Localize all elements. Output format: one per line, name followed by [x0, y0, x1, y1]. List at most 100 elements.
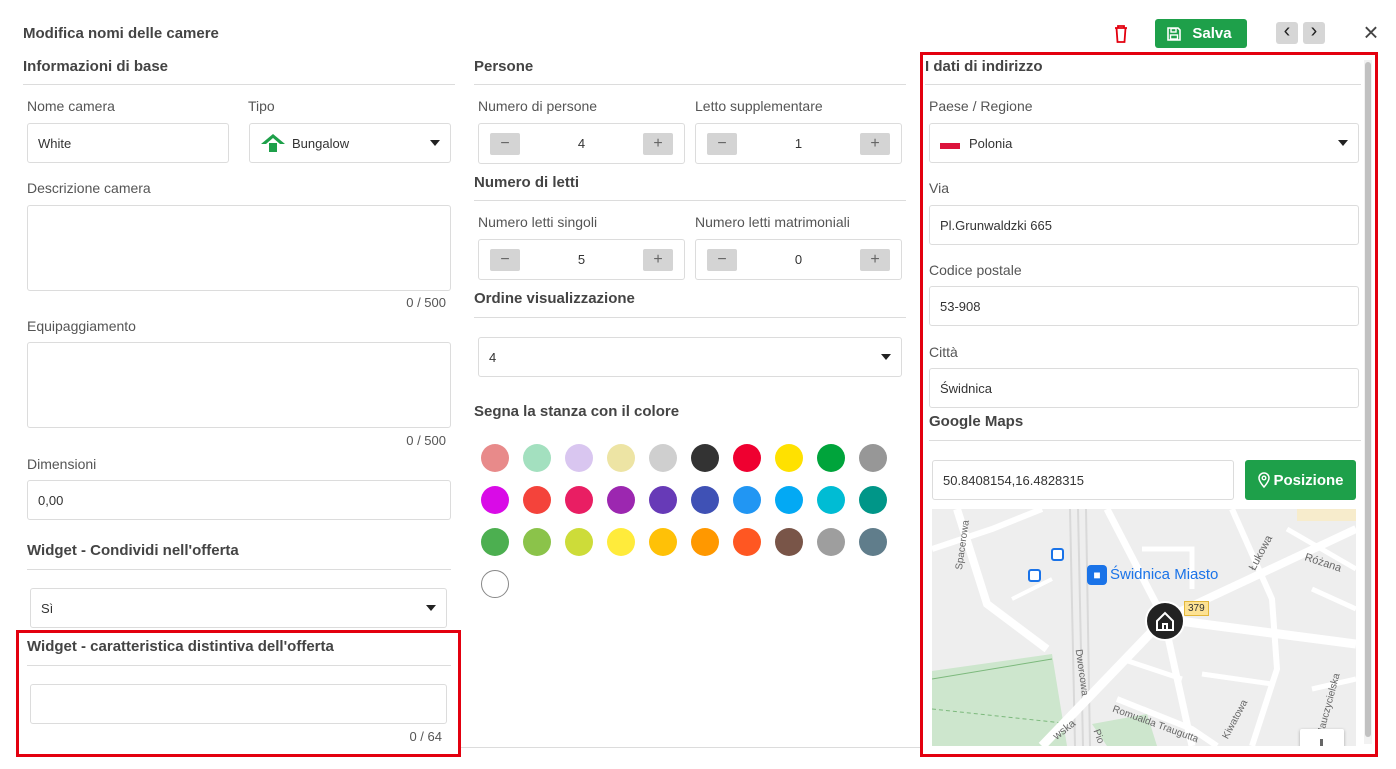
- color-swatch[interactable]: [481, 444, 509, 472]
- country-value: Polonia: [969, 135, 1013, 151]
- color-swatch[interactable]: [691, 444, 719, 472]
- trash-icon: [1115, 25, 1127, 43]
- color-swatch[interactable]: [775, 486, 803, 514]
- display-order-select[interactable]: 4: [478, 337, 902, 377]
- color-swatch[interactable]: [649, 528, 677, 556]
- color-swatch[interactable]: [733, 528, 761, 556]
- color-swatch[interactable]: [607, 444, 635, 472]
- scrollbar-thumb[interactable]: [1365, 62, 1371, 737]
- color-swatch[interactable]: [649, 444, 677, 472]
- section-title-address: I dati di indirizzo: [925, 58, 1043, 75]
- color-swatch[interactable]: [481, 528, 509, 556]
- country-label: Paese / Regione: [929, 98, 1033, 114]
- color-swatch[interactable]: [565, 444, 593, 472]
- position-button[interactable]: Posizione: [1245, 460, 1356, 500]
- chevron-left-icon: ‹: [1283, 20, 1291, 42]
- floppy-disk-icon: [1167, 26, 1182, 41]
- city-label: Città: [929, 344, 958, 360]
- scrollbar[interactable]: [1364, 60, 1372, 744]
- section-divider: [474, 84, 906, 85]
- double-beds-label: Numero letti matrimoniali: [695, 214, 850, 230]
- dimensions-value: 0,00: [38, 492, 64, 508]
- dimensions-input[interactable]: 0,00: [27, 480, 451, 520]
- color-swatch[interactable]: [481, 570, 509, 598]
- color-swatch[interactable]: [859, 528, 887, 556]
- type-select[interactable]: Bungalow: [249, 123, 451, 163]
- city-input[interactable]: Świdnica: [929, 368, 1359, 408]
- decrement-button[interactable]: −: [490, 249, 520, 271]
- section-title-widget-share: Widget - Condividi nell'offerta: [27, 542, 239, 559]
- coordinates-value: 50.8408154,16.4828315: [943, 472, 1084, 488]
- color-swatch[interactable]: [523, 486, 551, 514]
- color-swatch[interactable]: [859, 444, 887, 472]
- color-swatch[interactable]: [817, 486, 845, 514]
- display-order-value: 4: [489, 349, 497, 365]
- country-select[interactable]: Polonia: [929, 123, 1359, 163]
- increment-button[interactable]: +: [643, 133, 673, 155]
- color-swatch[interactable]: [649, 486, 677, 514]
- color-swatch[interactable]: [775, 444, 803, 472]
- save-button[interactable]: Salva: [1155, 19, 1247, 48]
- persons-count-stepper[interactable]: − 4 +: [478, 123, 685, 164]
- color-swatch[interactable]: [775, 528, 803, 556]
- decrement-button[interactable]: −: [490, 133, 520, 155]
- color-swatch[interactable]: [481, 486, 509, 514]
- bus-stop-icon: [1051, 548, 1064, 561]
- room-name-input[interactable]: White: [27, 123, 229, 163]
- description-textarea[interactable]: [27, 205, 451, 291]
- postal-code-input[interactable]: 53-908: [929, 286, 1359, 326]
- color-swatch[interactable]: [859, 486, 887, 514]
- color-swatch[interactable]: [691, 528, 719, 556]
- widget-feature-input[interactable]: [30, 684, 447, 724]
- equipment-textarea[interactable]: [27, 342, 451, 428]
- color-swatch[interactable]: [817, 444, 845, 472]
- road-number-badge: 379: [1184, 601, 1209, 616]
- color-swatch[interactable]: [607, 486, 635, 514]
- chevron-down-icon: [426, 605, 436, 611]
- decrement-button[interactable]: −: [707, 249, 737, 271]
- street-input[interactable]: Pl.Grunwaldzki 665: [929, 205, 1359, 245]
- previous-button[interactable]: ‹: [1276, 20, 1298, 44]
- description-counter: 0 / 500: [406, 295, 446, 310]
- chevron-down-icon: [881, 354, 891, 360]
- widget-share-select[interactable]: Sì: [30, 588, 447, 628]
- decrement-button[interactable]: −: [707, 133, 737, 155]
- color-swatch[interactable]: [733, 444, 761, 472]
- map-pin-icon: [1258, 472, 1271, 488]
- coordinates-input[interactable]: 50.8408154,16.4828315: [932, 460, 1234, 500]
- single-beds-value: 5: [577, 252, 586, 267]
- room-name-value: White: [38, 135, 72, 151]
- color-swatch[interactable]: [523, 528, 551, 556]
- increment-button[interactable]: +: [860, 133, 890, 155]
- street-view-control[interactable]: [1300, 729, 1344, 746]
- delete-button[interactable]: [1110, 22, 1132, 46]
- type-label: Tipo: [248, 98, 275, 114]
- color-swatch[interactable]: [607, 528, 635, 556]
- color-swatch[interactable]: [565, 528, 593, 556]
- single-beds-stepper[interactable]: − 5 +: [478, 239, 685, 280]
- color-swatch[interactable]: [733, 486, 761, 514]
- widget-share-value: Sì: [41, 600, 54, 616]
- increment-button[interactable]: +: [860, 249, 890, 271]
- color-swatch[interactable]: [691, 486, 719, 514]
- next-button[interactable]: ›: [1303, 20, 1325, 44]
- station-label: Świdnica Miasto: [1110, 566, 1219, 583]
- extra-bed-stepper[interactable]: − 1 +: [695, 123, 902, 164]
- bungalow-icon: [261, 134, 285, 152]
- location-marker[interactable]: [1145, 601, 1185, 641]
- chevron-right-icon: ›: [1310, 20, 1318, 42]
- room-name-label: Nome camera: [27, 98, 115, 114]
- color-swatch[interactable]: [523, 444, 551, 472]
- google-map[interactable]: Spacerowa Łukowa Różana Dworcowa Romuald…: [932, 509, 1356, 746]
- pegman-icon: [1320, 739, 1323, 746]
- color-swatch[interactable]: [817, 528, 845, 556]
- double-beds-stepper[interactable]: − 0 +: [695, 239, 902, 280]
- street-value: Pl.Grunwaldzki 665: [940, 217, 1052, 233]
- close-button[interactable]: ×: [1360, 19, 1382, 45]
- postal-code-value: 53-908: [940, 298, 981, 314]
- color-swatch-grid: [481, 444, 901, 604]
- increment-button[interactable]: +: [643, 249, 673, 271]
- double-beds-value: 0: [794, 252, 803, 267]
- train-station-icon: ■: [1087, 565, 1107, 585]
- color-swatch[interactable]: [565, 486, 593, 514]
